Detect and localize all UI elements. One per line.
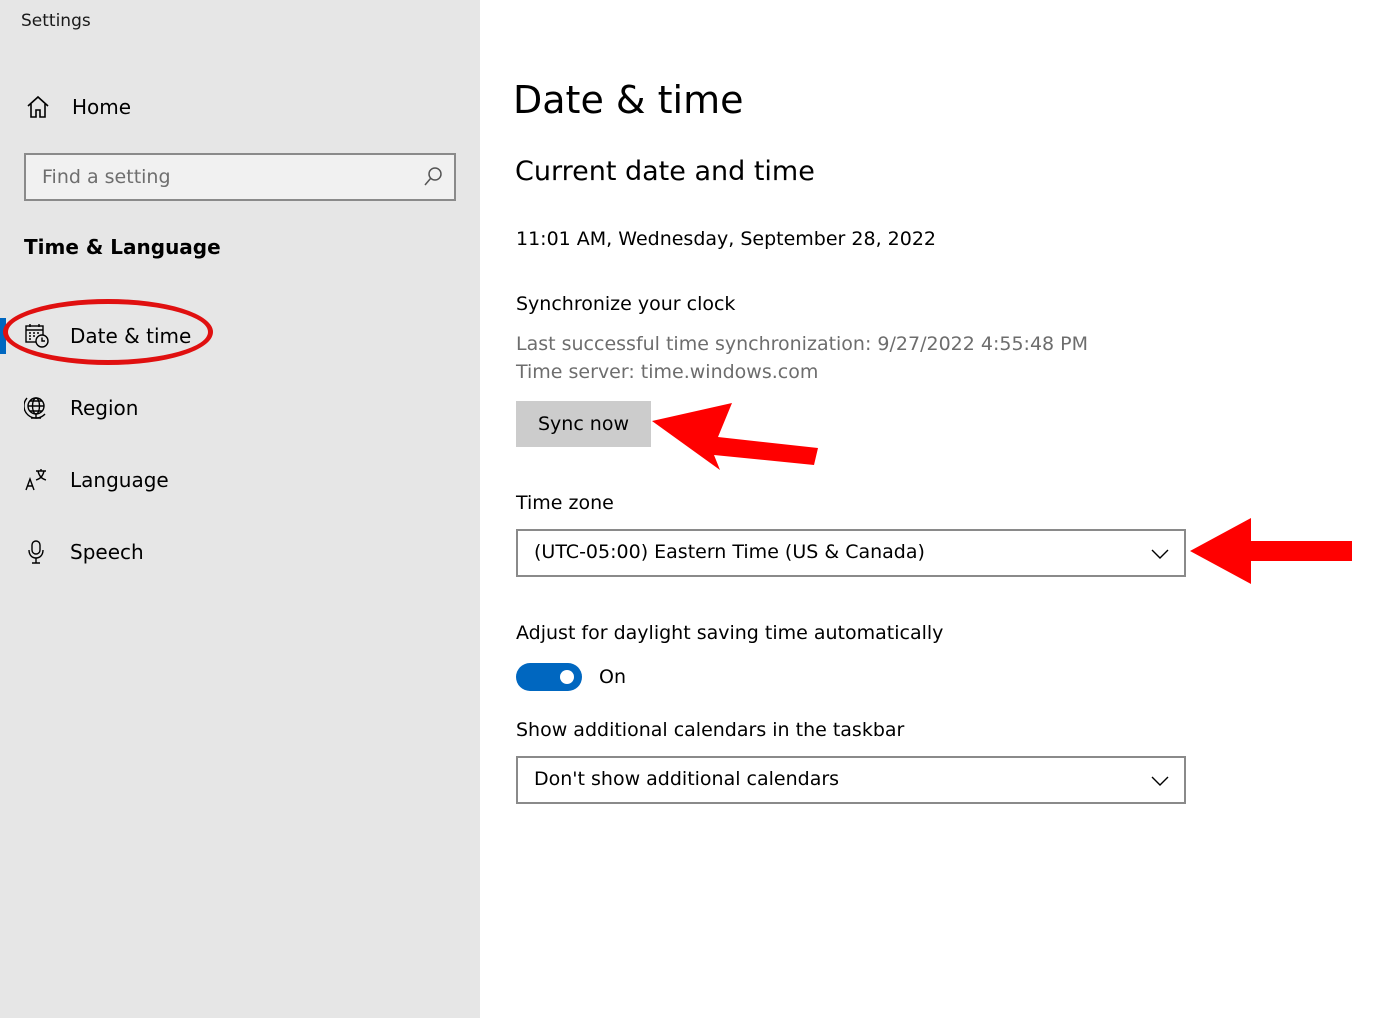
- home-nav-item[interactable]: Home: [24, 90, 324, 124]
- sidebar-item-label: Region: [70, 396, 139, 420]
- sync-heading: Synchronize your clock: [516, 293, 736, 315]
- home-label: Home: [72, 95, 132, 119]
- calendars-label: Show additional calendars in the taskbar: [516, 719, 905, 741]
- sidebar-item-label: Speech: [70, 540, 144, 564]
- chevron-down-icon: [1150, 543, 1170, 563]
- time-zone-label: Time zone: [516, 492, 614, 514]
- search-input[interactable]: [26, 155, 406, 199]
- annotation-arrow-timezone: [1190, 518, 1352, 584]
- current-datetime: 11:01 AM, Wednesday, September 28, 2022: [516, 228, 937, 250]
- time-server-text: Time server: time.windows.com: [516, 361, 819, 383]
- dst-label: Adjust for daylight saving time automati…: [516, 622, 944, 644]
- dst-toggle-state: On: [599, 666, 626, 688]
- chevron-down-icon: [1150, 770, 1170, 790]
- section-subtitle: Current date and time: [515, 156, 815, 187]
- main-content: Date & time Current date and time 11:01 …: [480, 0, 1392, 1018]
- section-heading: Time & Language: [24, 235, 221, 259]
- annotation-arrow-sync: [652, 403, 818, 470]
- search-box: [24, 153, 456, 201]
- sidebar: Settings Home Time & Language: [0, 0, 480, 1018]
- last-sync-text: Last successful time synchronization: 9/…: [516, 333, 1089, 355]
- home-icon: [24, 93, 52, 121]
- microphone-icon: [24, 539, 50, 565]
- dst-toggle[interactable]: [516, 663, 582, 691]
- window-title: Settings: [21, 11, 91, 31]
- calendars-value: Don't show additional calendars: [534, 768, 840, 790]
- globe-icon: [24, 395, 50, 421]
- calendars-dropdown[interactable]: Don't show additional calendars: [516, 756, 1186, 804]
- sidebar-item-label: Language: [70, 468, 169, 492]
- page-title: Date & time: [513, 78, 744, 122]
- sidebar-item-region[interactable]: Region: [0, 384, 470, 432]
- annotation-ellipse: [3, 299, 213, 365]
- toggle-knob: [560, 670, 574, 684]
- time-zone-value: (UTC-05:00) Eastern Time (US & Canada): [534, 541, 925, 563]
- search-icon[interactable]: [422, 166, 444, 188]
- sidebar-item-language[interactable]: Language: [0, 456, 470, 504]
- time-zone-dropdown[interactable]: (UTC-05:00) Eastern Time (US & Canada): [516, 529, 1186, 577]
- sidebar-item-speech[interactable]: Speech: [0, 528, 470, 576]
- sync-now-button[interactable]: Sync now: [516, 401, 651, 447]
- language-icon: [24, 467, 50, 493]
